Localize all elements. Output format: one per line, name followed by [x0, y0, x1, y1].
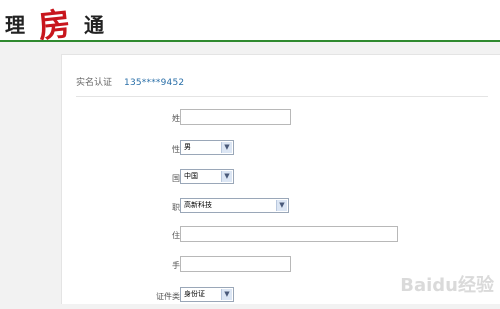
- gender-selected-value: 男: [184, 143, 191, 151]
- mobile-input[interactable]: [180, 256, 291, 272]
- chevron-down-icon[interactable]: ▼: [221, 171, 232, 182]
- row-occupation: 职业 高新科技 ▼: [62, 198, 500, 220]
- id-type-selected-value: 身份证: [184, 290, 205, 298]
- address-input[interactable]: [180, 226, 398, 242]
- verification-title: 实名认证: [76, 78, 113, 88]
- site-logo[interactable]: 理 房 通: [0, 0, 120, 45]
- row-gender: 性别 男 ▼: [62, 140, 500, 162]
- verified-phone: 135****9452: [124, 78, 185, 88]
- row-nationality: 国籍 中国 ▼: [62, 169, 500, 191]
- logo-char-li: 理: [5, 13, 25, 37]
- gender-select[interactable]: 男 ▼: [180, 140, 234, 155]
- header-divider: [0, 40, 500, 42]
- chevron-down-icon[interactable]: ▼: [221, 142, 232, 153]
- baidu-watermark: Baidu经验: [400, 275, 494, 296]
- nationality-selected-value: 中国: [184, 172, 198, 180]
- occupation-selected-value: 高新科技: [184, 201, 212, 209]
- row-address: 住址: [62, 226, 500, 248]
- chevron-down-icon[interactable]: ▼: [221, 289, 232, 300]
- row-name: 姓名: [62, 109, 500, 131]
- occupation-select[interactable]: 高新科技 ▼: [180, 198, 289, 213]
- name-input[interactable]: [180, 109, 291, 125]
- panel-header: 实名认证 135****9452: [76, 75, 184, 88]
- verification-panel: 实名认证 135****9452 姓名 性别 男 ▼ 国籍 中国 ▼ 职业 高新科…: [61, 54, 500, 304]
- chevron-down-icon[interactable]: ▼: [276, 200, 287, 211]
- top-bar: 理 房 通: [0, 0, 500, 46]
- nationality-select[interactable]: 中国 ▼: [180, 169, 234, 184]
- id-type-select[interactable]: 身份证 ▼: [180, 287, 234, 302]
- panel-divider: [76, 96, 488, 97]
- logo-char-tong: 通: [84, 13, 104, 37]
